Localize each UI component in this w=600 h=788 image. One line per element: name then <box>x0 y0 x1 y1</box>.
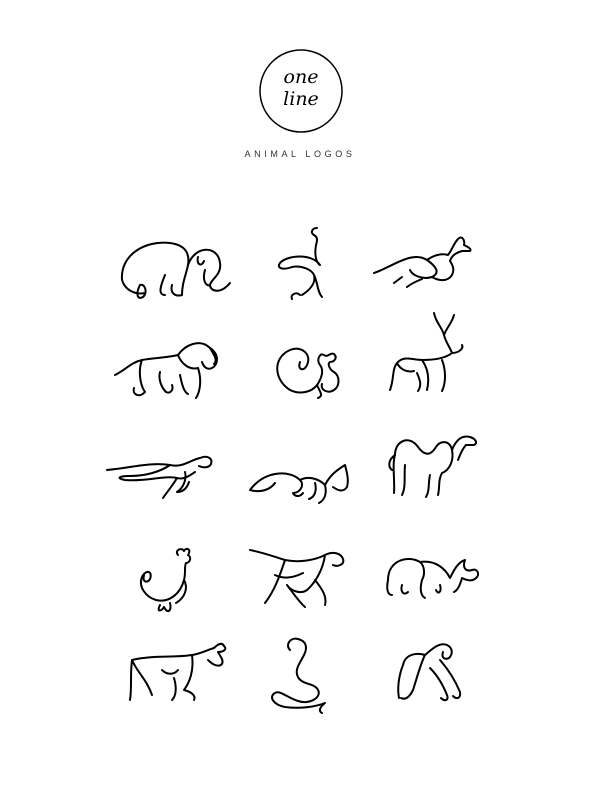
fox-icon <box>245 445 375 545</box>
bull-icon <box>122 630 252 730</box>
deer-icon <box>372 305 502 405</box>
cheetah-icon <box>105 440 235 540</box>
gorilla-icon <box>385 630 515 730</box>
camel-icon <box>380 425 510 525</box>
cobra-icon <box>260 635 390 735</box>
animal-logo-grid <box>0 0 600 788</box>
rhinoceros-icon <box>380 540 510 640</box>
elephant-icon <box>110 225 240 325</box>
horse-icon <box>245 535 375 635</box>
lion-icon <box>110 330 240 430</box>
